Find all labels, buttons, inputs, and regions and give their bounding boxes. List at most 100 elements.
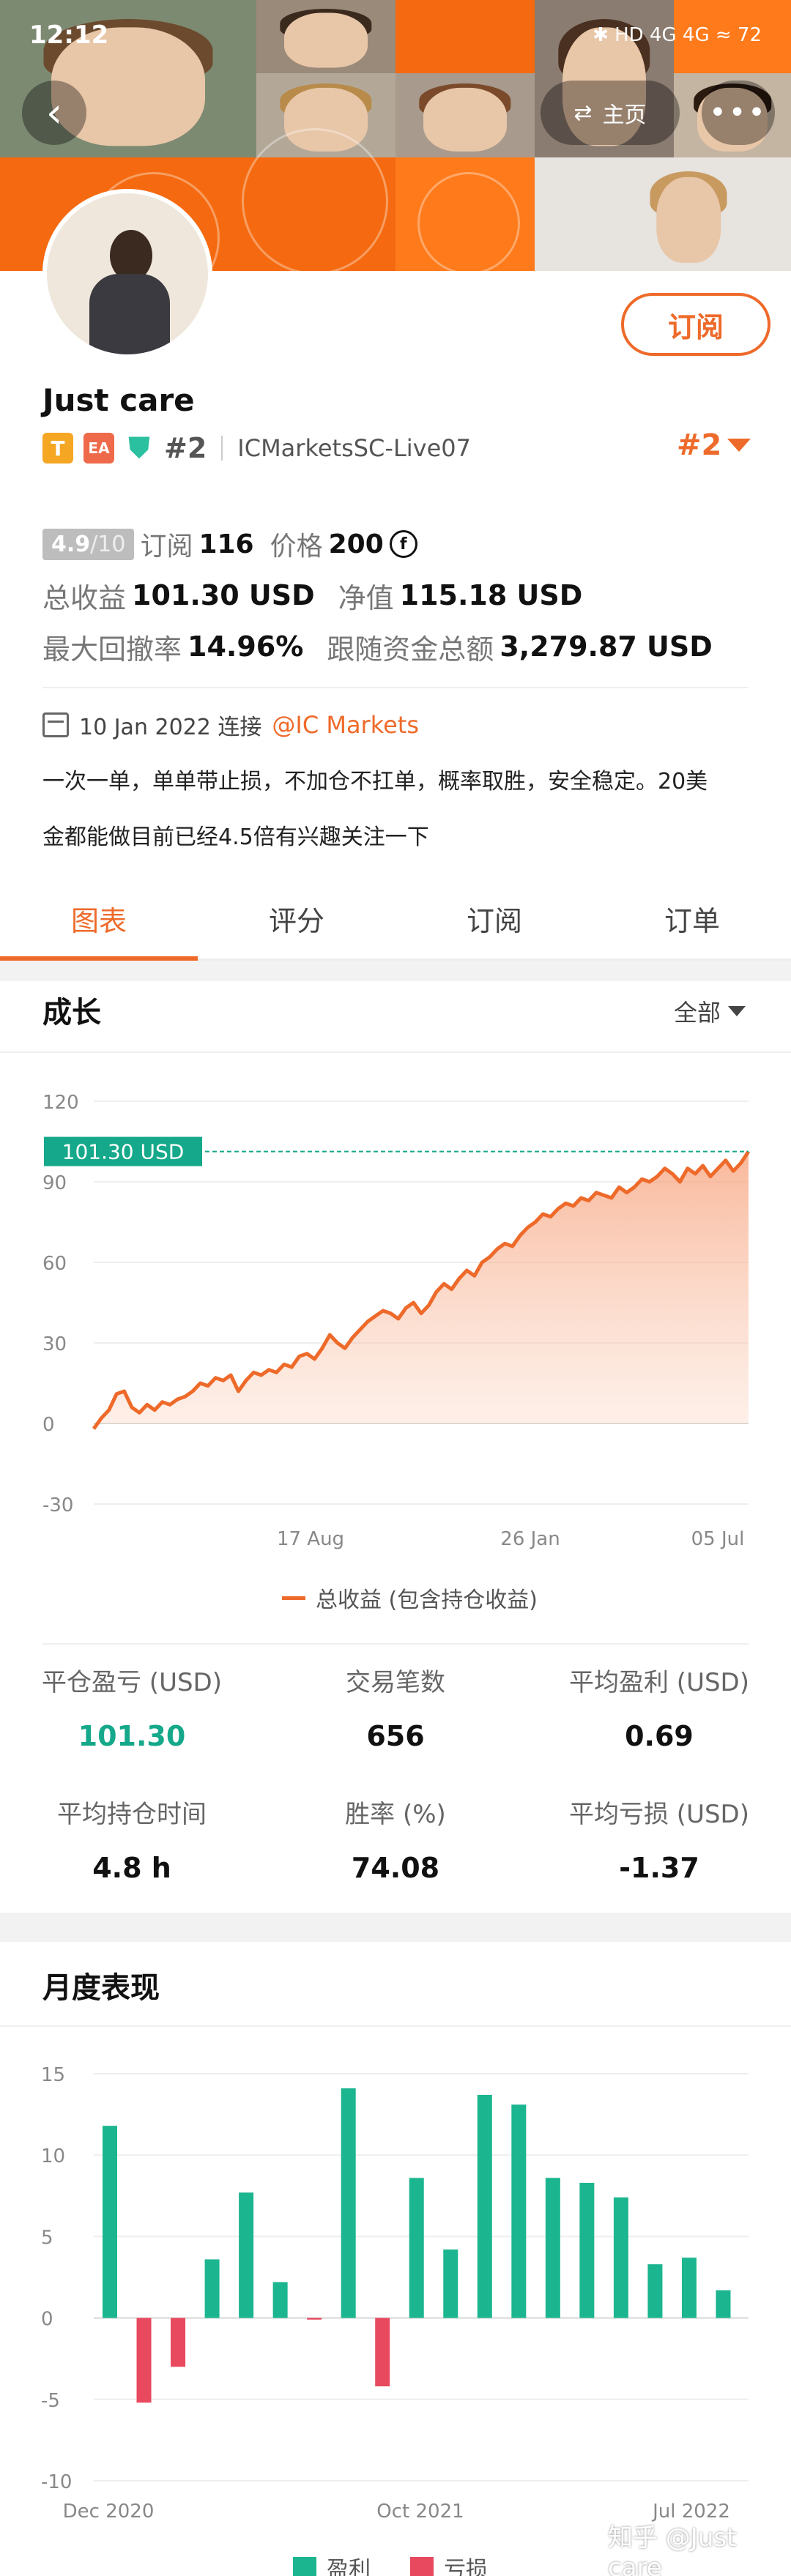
loss-bar [136, 2318, 152, 2403]
swap-icon: ⇄ [573, 100, 593, 126]
tab-chart[interactable]: 图表 [0, 879, 198, 961]
price-label: 价格 [270, 532, 323, 562]
tab-subscription[interactable]: 订阅 [396, 879, 593, 958]
chevron-left-icon: ‹ [45, 89, 63, 137]
legend-line-swatch [282, 1596, 305, 1600]
x-tick-label: Dec 2020 [63, 2501, 155, 2523]
caret-down-icon [728, 1006, 746, 1016]
legend-loss-label: 亏损 [444, 2557, 488, 2576]
description-line: 金都能做目前已经4.5倍有兴趣关注一下 [42, 824, 429, 850]
divider [42, 687, 749, 688]
divider [221, 436, 223, 461]
current-value-label: 101.30 USD [62, 1140, 185, 1164]
monthly-chart: 151050-5-10Dec 2020 Oct 2021 Jul 2022 [41, 2064, 749, 2523]
y-tick-label: 15 [41, 2064, 65, 2086]
metric-closed-pl: 平仓盈亏 (USD) 101.30 [42, 1668, 222, 1752]
max-drawdown-value: 14.96% [187, 630, 304, 663]
x-tick-label: Oct 2021 [376, 2501, 464, 2523]
divider [0, 2025, 791, 2027]
net-value-value: 115.18 USD [399, 579, 583, 611]
metric-avg-profit: 平均盈利 (USD) 0.69 [569, 1668, 749, 1752]
profit-bar [239, 2192, 254, 2318]
section-separator [0, 1913, 791, 1942]
growth-chart: 120 90 60 30 0 -30 101.30 USD 17 Aug 26 Jan 05 Ju… [42, 1092, 751, 1550]
trader-name: Just care [42, 382, 195, 418]
badge-row: T EA ⛊ #2 ICMarketsSC-Live07 [42, 431, 471, 466]
legend-label: 总收益 (包含持仓收益) [316, 1587, 538, 1613]
status-icons: ✱ HD 4G 4G ≈ 72 [593, 24, 762, 46]
rank-dropdown[interactable]: #2 [677, 428, 751, 462]
section-separator [0, 961, 791, 981]
profit-bar [272, 2282, 288, 2318]
divider [42, 1643, 749, 1645]
range-filter-dropdown[interactable]: 全部 [674, 994, 746, 1028]
profit-bar [613, 2197, 628, 2318]
profit-bar [341, 2088, 356, 2318]
range-filter-label: 全部 [674, 999, 721, 1027]
stats-block: 4.9/10 订阅 116 价格 200 f 总收益 101.30 USD 净值… [42, 518, 760, 672]
back-button[interactable]: ‹ [22, 81, 86, 145]
caret-down-icon [727, 439, 751, 452]
legend-loss-swatch [410, 2557, 434, 2576]
metric-avg-loss: 平均亏损 (USD) -1.37 [569, 1800, 749, 1884]
y-tick-label: 60 [42, 1253, 67, 1275]
description-line: 一次一单，单单带止损，不加仓不扛单，概率取胜，安全稳定。20美 [42, 769, 708, 794]
watermark: 知乎 @Just care [608, 2523, 737, 2576]
tab-rating[interactable]: 评分 [198, 879, 396, 958]
metric-avg-hold: 平均持仓时间 4.8 h [57, 1800, 207, 1884]
calendar-icon [42, 712, 69, 737]
monthly-title: 月度表现 [42, 1971, 160, 2005]
growth-title: 成长 [42, 996, 101, 1030]
monthly-legend: 盈利 亏损 [293, 2551, 488, 2576]
profit-bar [477, 2094, 492, 2318]
loss-bar [171, 2318, 186, 2367]
rank-dropdown-label: #2 [677, 428, 722, 462]
growth-legend: 总收益 (包含持仓收益) [282, 1582, 538, 1614]
rating-badge: 4.9/10 [42, 528, 135, 560]
profit-bar [103, 2126, 117, 2318]
y-tick-label: -30 [42, 1494, 73, 1516]
y-tick-label: 5 [41, 2227, 53, 2249]
ea-badge-icon: EA [83, 433, 114, 464]
avatar[interactable] [42, 189, 212, 359]
price-value: 200 [328, 529, 384, 559]
trader-badge-icon: T [42, 433, 73, 464]
loss-bar [375, 2318, 390, 2387]
more-icon: ••• [709, 96, 768, 130]
legend-profit-swatch [293, 2557, 316, 2576]
status-time: 12:12 [29, 21, 109, 50]
y-tick-label: -10 [41, 2471, 72, 2493]
y-tick-label: 30 [42, 1333, 67, 1355]
subscribers-value: 116 [198, 529, 254, 559]
profit-bar [511, 2104, 527, 2318]
max-drawdown-label: 最大回撤率 [42, 633, 182, 666]
net-value-label: 净值 [338, 581, 394, 614]
banner-tile [396, 157, 535, 271]
status-bar: 12:12 ✱ HD 4G 4G ≈ 72 [0, 0, 791, 70]
y-tick-label: 120 [42, 1092, 79, 1114]
profit-bar [579, 2183, 595, 2318]
tab-orders[interactable]: 订单 [593, 879, 791, 958]
home-label: 主页 [602, 103, 647, 128]
metric-trades: 交易笔数 656 [346, 1668, 445, 1752]
connection-date: 10 Jan 2022 连接 [79, 715, 262, 740]
more-button[interactable]: ••• [702, 81, 775, 145]
home-button[interactable]: ⇄ 主页 [541, 81, 680, 145]
y-tick-label: 0 [41, 2309, 53, 2331]
y-tick-label: 10 [41, 2145, 65, 2167]
subscribers-label: 订阅 [140, 532, 193, 562]
profit-bar [647, 2264, 663, 2318]
connection-info: 10 Jan 2022 连接 @IC Markets [42, 709, 419, 741]
broker-link[interactable]: @IC Markets [272, 711, 419, 739]
profit-bar [443, 2249, 458, 2318]
total-profit-value: 101.30 USD [132, 579, 315, 611]
profit-bar [204, 2259, 220, 2318]
account-server: ICMarketsSC-Live07 [237, 434, 471, 462]
y-tick-label: 90 [42, 1172, 67, 1194]
profit-bar [716, 2290, 731, 2318]
x-tick-label: 26 Jan [500, 1528, 560, 1550]
total-profit-label: 总收益 [42, 581, 127, 614]
subscribe-button[interactable]: 订阅 [621, 293, 770, 356]
y-tick-label: -5 [41, 2390, 60, 2412]
loss-bar [307, 2318, 322, 2320]
